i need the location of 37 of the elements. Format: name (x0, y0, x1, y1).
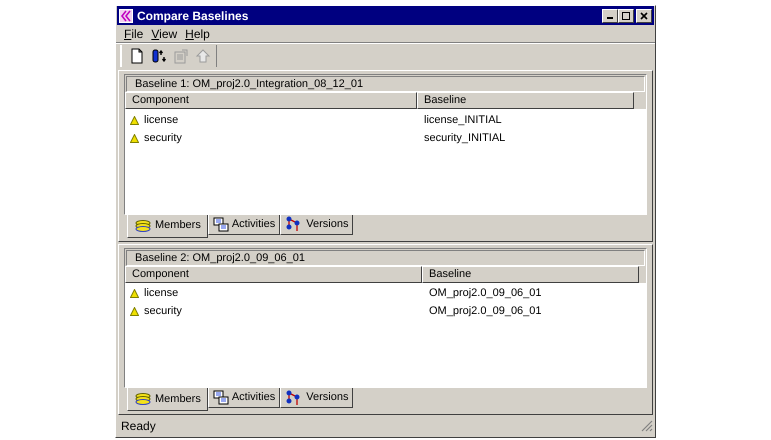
tab[interactable]: Versions (280, 388, 354, 408)
table-cell-text: license_INITIAL (423, 112, 502, 128)
resize-grip-icon (641, 420, 653, 432)
close-button[interactable] (636, 8, 652, 22)
tab[interactable]: Members (127, 388, 208, 411)
stack-icon (134, 218, 152, 232)
maximize-icon (622, 12, 630, 20)
window-title: Compare Baselines (137, 8, 250, 24)
grid-icon (212, 390, 229, 405)
tab[interactable]: Activities (208, 388, 280, 408)
maximize-button[interactable] (618, 8, 634, 22)
table-cell-text: security (144, 130, 182, 146)
status-text: Ready (120, 418, 157, 435)
grid-icon (212, 216, 229, 232)
column-header[interactable]: Component (125, 92, 417, 109)
menu-item[interactable]: File (120, 24, 148, 42)
table-cell-text: OM_proj2.0_09_06_01 (428, 304, 542, 320)
tab[interactable]: Members (127, 214, 208, 238)
panel-title: Baseline 2: OM_proj2.0_09_06_01 (126, 250, 645, 266)
minimize-button[interactable] (602, 8, 618, 22)
column-header[interactable]: Component (125, 266, 422, 282)
panel-title: Baseline 1: OM_proj2.0_Integration_08_12_01 (126, 76, 645, 92)
table-cell-text: security_INITIAL (423, 130, 506, 146)
tab[interactable]: Versions (280, 214, 354, 234)
stack-icon (134, 392, 152, 406)
table-cell-text: security (144, 304, 182, 320)
menu-item[interactable]: Help (181, 24, 214, 42)
column-header[interactable]: Baseline (417, 92, 634, 109)
tab[interactable]: Activities (208, 214, 280, 234)
table-cell-text: license (144, 286, 178, 302)
app-icon (119, 8, 133, 22)
menu-item[interactable]: View (147, 24, 182, 42)
close-icon (640, 12, 648, 20)
minimize-icon (607, 17, 613, 19)
column-header[interactable]: Baseline (422, 266, 639, 282)
table-cell-text: OM_proj2.0_09_06_01 (428, 286, 542, 302)
table-cell-text: license (144, 112, 178, 128)
